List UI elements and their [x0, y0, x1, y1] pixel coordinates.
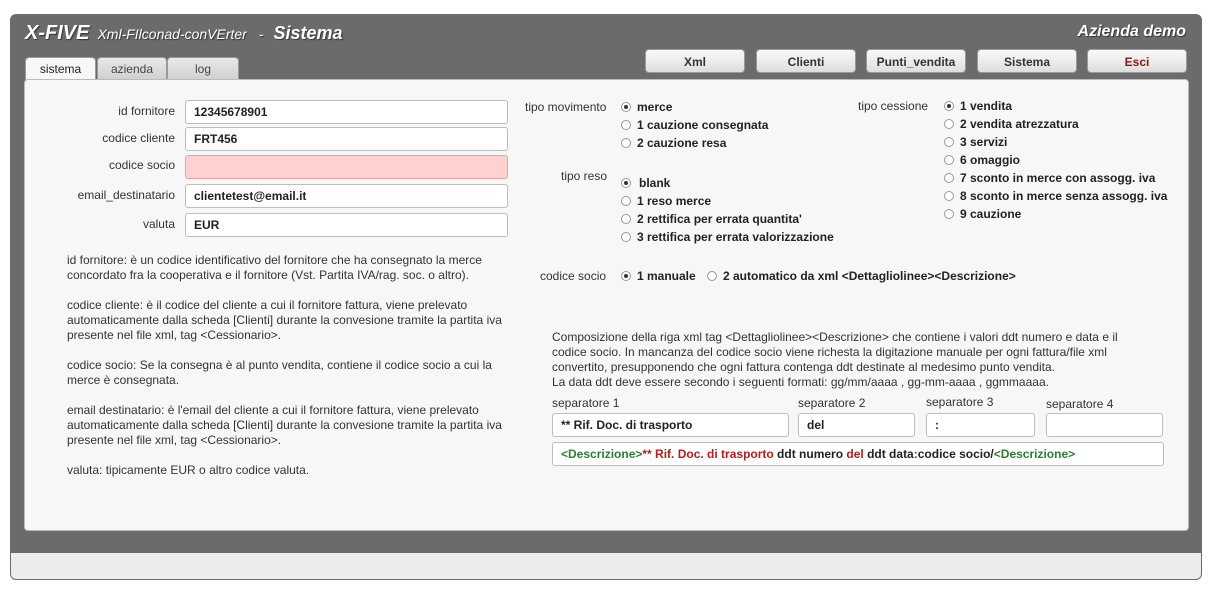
separatore-3-input[interactable]: : — [926, 413, 1035, 437]
separatore-1-label: separatore 1 — [552, 396, 620, 410]
id-fornitore-input[interactable]: 12345678901 — [185, 100, 508, 124]
tipo-movimento-option-cauzione-consegnata[interactable]: 1 cauzione consegnata — [621, 118, 768, 132]
separatore-2-label: separatore 2 — [798, 396, 866, 410]
email-destinatario-input[interactable]: clientetest@email.it — [185, 184, 508, 208]
separatore-3-label: separatore 3 — [926, 395, 994, 409]
help-codice-socio: codice socio: Se la consegna è al punto … — [67, 358, 492, 387]
codice-socio-option-automatico[interactable]: 2 automatico da xml <Dettagliolinee><Des… — [707, 269, 1016, 283]
id-fornitore-label: id fornitore — [118, 104, 175, 118]
radio-selected-icon — [621, 178, 631, 188]
radio-icon — [944, 209, 954, 219]
preview-codice-socio: codice socio/ — [917, 447, 994, 461]
radio-selected-icon — [944, 101, 954, 111]
tipo-cessione-option-vendita[interactable]: 1 vendita — [944, 99, 1012, 113]
date-format-note: La data ddt deve essere secondo i seguen… — [552, 375, 1049, 389]
xml-button[interactable]: Xml — [645, 49, 745, 73]
tipo-cessione-option-servizi[interactable]: 3 servizi — [944, 135, 1007, 149]
help-text: id fornitore: è un codice identificativo… — [67, 253, 507, 493]
separatore-2-input[interactable]: del — [798, 413, 915, 437]
radio-icon — [944, 137, 954, 147]
codice-cliente-input[interactable]: FRT456 — [185, 127, 508, 151]
sistema-panel: id fornitore 12345678901 codice cliente … — [24, 79, 1189, 531]
status-bar — [11, 553, 1201, 579]
preview-ddt-numero: ddt numero — [773, 447, 847, 461]
radio-icon — [707, 271, 717, 281]
email-destinatario-label: email_destinatario — [77, 188, 175, 202]
tipo-cessione-option-cauzione[interactable]: 9 cauzione — [944, 207, 1021, 221]
preview-sep2: del — [846, 447, 864, 461]
sistema-button[interactable]: Sistema — [977, 49, 1077, 73]
separatore-4-input[interactable] — [1046, 413, 1163, 437]
tipo-cessione-option-sconto-con-iva[interactable]: 7 sconto in merce con assogg. iva — [944, 171, 1155, 185]
composizione-description: Composizione della riga xml tag <Dettagl… — [552, 330, 1118, 374]
tipo-reso-option-rettifica-valorizzazione[interactable]: 3 rettifica per errata valorizzazione — [621, 230, 834, 244]
app-subtitle: Xml-FIlconad-conVErter — [97, 26, 247, 42]
tipo-reso-option-blank[interactable]: blank — [621, 176, 670, 190]
preview-ddt-data: ddt data — [863, 447, 914, 461]
help-email-destinatario: email destinatario: è l'email del client… — [67, 403, 502, 447]
codice-socio-input[interactable] — [185, 155, 508, 179]
descrizione-preview: <Descrizione>** Rif. Doc. di trasporto d… — [552, 442, 1164, 466]
radio-icon — [621, 232, 631, 242]
separatore-1-input[interactable]: ** Rif. Doc. di trasporto — [552, 413, 789, 437]
title-dash: - — [258, 26, 264, 42]
tipo-cessione-label: tipo cessione — [858, 99, 929, 113]
help-valuta: valuta: tipicamente EUR o altro codice v… — [67, 463, 310, 477]
tipo-reso-label: tipo reso — [561, 169, 608, 183]
tipo-movimento-option-cauzione-resa[interactable]: 2 cauzione resa — [621, 136, 726, 150]
help-codice-cliente: codice cliente: è il codice del cliente … — [67, 298, 502, 342]
preview-sep1: ** Rif. Doc. di trasporto — [642, 447, 774, 461]
help-id-fornitore: id fornitore: è un codice identificativo… — [67, 253, 482, 282]
brand: X-FIVE — [25, 22, 90, 44]
section-title: Sistema — [273, 23, 343, 43]
valuta-label: valuta — [142, 217, 175, 231]
radio-selected-icon — [621, 271, 631, 281]
radio-icon — [944, 119, 954, 129]
radio-icon — [621, 138, 631, 148]
clienti-button[interactable]: Clienti — [756, 49, 856, 73]
esci-button[interactable]: Esci — [1087, 49, 1187, 73]
tipo-cessione-option-vendita-atrezzatura[interactable]: 2 vendita atrezzatura — [944, 117, 1079, 131]
tipo-movimento-label: tipo movimento — [525, 100, 607, 114]
radio-icon — [621, 214, 631, 224]
radio-icon — [621, 120, 631, 130]
app-title: X-FIVE Xml-FIlconad-conVErter - Sistema — [25, 22, 343, 45]
preview-open-tag: <Descrizione> — [561, 447, 643, 461]
separatore-4-label: separatore 4 — [1046, 397, 1114, 411]
tipo-reso-option-reso-merce[interactable]: 1 reso merce — [621, 194, 711, 208]
composizione-text: Composizione della riga xml tag <Dettagl… — [552, 330, 1152, 390]
tab-sistema[interactable]: sistema — [25, 57, 96, 81]
radio-icon — [944, 191, 954, 201]
company-name: Azienda demo — [1077, 23, 1186, 40]
tab-azienda[interactable]: azienda — [97, 57, 167, 80]
tipo-movimento-option-merce[interactable]: merce — [621, 100, 672, 114]
preview-close-tag: <Descrizione> — [993, 447, 1076, 461]
tipo-cessione-option-sconto-senza-iva[interactable]: 8 sconto in merce senza assogg. iva — [944, 189, 1167, 203]
codice-cliente-label: codice cliente — [102, 131, 175, 145]
radio-icon — [621, 196, 631, 206]
codice-socio-label: codice socio — [108, 158, 175, 172]
codice-socio-mode-label: codice socio — [540, 269, 607, 283]
radio-icon — [944, 155, 954, 165]
tipo-reso-option-rettifica-quantita[interactable]: 2 rettifica per errata quantita' — [621, 212, 802, 226]
valuta-input[interactable]: EUR — [185, 213, 508, 237]
radio-selected-icon — [621, 102, 631, 112]
punti-vendita-button[interactable]: Punti_vendita — [866, 49, 966, 73]
radio-icon — [944, 173, 954, 183]
app-window: X-FIVE Xml-FIlconad-conVErter - Sistema Azi… — [10, 14, 1202, 580]
tab-log[interactable]: log — [167, 57, 239, 80]
tipo-cessione-option-omaggio[interactable]: 6 omaggio — [944, 153, 1020, 167]
codice-socio-option-manuale[interactable]: 1 manuale — [621, 269, 696, 283]
